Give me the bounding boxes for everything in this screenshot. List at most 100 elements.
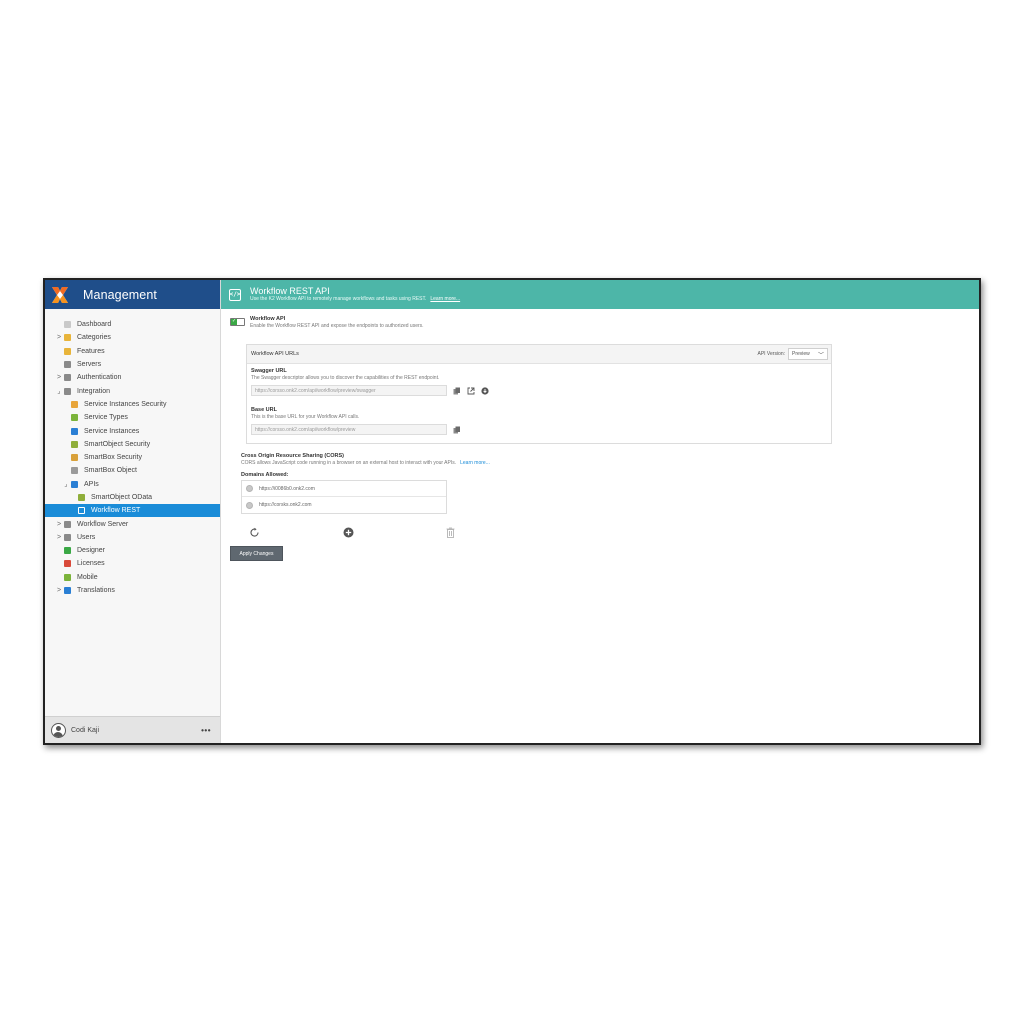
expander-icon[interactable]: >: [55, 374, 63, 381]
swagger-url-field: Swagger URL The Swagger descriptor allow…: [251, 368, 489, 396]
user-menu-button[interactable]: •••: [201, 726, 211, 735]
domains-toolbar: [241, 525, 455, 539]
home-icon: [63, 320, 72, 329]
sidebar-item-authentication[interactable]: > Authentication: [45, 371, 220, 384]
service-types-icon: [70, 413, 79, 422]
workflow-server-icon: [63, 520, 72, 529]
rest-icon: [77, 506, 86, 515]
cors-section: Cross Origin Resource Sharing (CORS) COR…: [241, 453, 490, 514]
api-urls-title: Workflow API URLs: [251, 351, 299, 357]
expander-icon[interactable]: >: [55, 521, 63, 528]
sidebar-item-servers[interactable]: Servers: [45, 358, 220, 371]
expander-icon[interactable]: ⌟: [62, 480, 70, 488]
users-icon: [63, 533, 72, 542]
smartbox-object-icon: [70, 466, 79, 475]
cors-learn-more-link[interactable]: Learn more...: [460, 460, 490, 466]
sidebar-item-dashboard[interactable]: Dashboard: [45, 318, 220, 331]
sidebar-item-categories[interactable]: > Categories: [45, 331, 220, 344]
add-domain-icon[interactable]: [343, 525, 354, 543]
radio-icon[interactable]: [246, 501, 253, 509]
check-icon: ✓: [232, 318, 237, 324]
expander-icon[interactable]: >: [55, 587, 63, 594]
chevron-down-icon: ﹀: [817, 352, 824, 359]
sidebar-item-label: Service Instances Security: [84, 400, 167, 408]
sidebar-item-label: Mobile: [77, 573, 98, 581]
api-version-select[interactable]: Preview ﹀: [788, 348, 828, 360]
sidebar-item-label: Categories: [77, 334, 111, 342]
domains-label: Domains Allowed:: [241, 472, 289, 478]
expander-icon[interactable]: ⌟: [55, 387, 63, 395]
expander-icon[interactable]: >: [55, 334, 63, 341]
sidebar-item-label: Service Types: [84, 414, 128, 422]
workflow-api-toggle[interactable]: ✓: [230, 318, 245, 326]
domains-list: https://i0086b0.onk2.com https://corsks.o…: [241, 480, 447, 514]
sidebar-item-smartbox-security[interactable]: SmartBox Security: [45, 451, 220, 464]
k2-logo-icon: [50, 285, 70, 305]
smartbox-security-icon: [70, 453, 79, 462]
swagger-url-label: Swagger URL: [251, 368, 287, 374]
api-urls-panel-header: Workflow API URLs API Version: Preview ﹀: [247, 345, 831, 364]
user-bar[interactable]: Codi Kaji •••: [45, 716, 220, 743]
sidebar-item-label: Integration: [77, 387, 111, 395]
globe-icon: [63, 586, 72, 595]
sidebar-item-apis[interactable]: ⌟ APIs: [45, 478, 220, 491]
domain-row[interactable]: https://corsks.onk2.com: [242, 497, 446, 513]
copy-icon[interactable]: [453, 426, 461, 434]
copy-icon[interactable]: [453, 387, 461, 395]
base-url-input[interactable]: https://corsso.onk2.com/api/workflow/pre…: [251, 424, 447, 435]
avatar: [51, 722, 66, 738]
refresh-icon[interactable]: [249, 525, 260, 543]
sidebar-item-licenses[interactable]: Licenses: [45, 557, 220, 570]
sidebar-item-label: Authentication: [77, 374, 122, 382]
base-url-desc: This is the base URL for your Workflow A…: [251, 414, 360, 420]
header-learn-more-link[interactable]: Learn more...: [430, 296, 460, 302]
sidebar-item-mobile[interactable]: Mobile: [45, 571, 220, 584]
sidebar-item-smartobject-security[interactable]: SmartObject Security: [45, 438, 220, 451]
sidebar-item-designer[interactable]: Designer: [45, 544, 220, 557]
puzzle-icon: [63, 387, 72, 396]
download-icon[interactable]: [481, 386, 489, 395]
odata-icon: [77, 493, 86, 502]
workflow-api-row: ✓ Workflow API Enable the Workflow REST …: [230, 316, 979, 330]
sidebar-item-workflow-rest[interactable]: Workflow REST: [45, 504, 220, 518]
sidebar-item-label: SmartBox Object: [84, 467, 137, 475]
sidebar-item-label: Translations: [77, 587, 115, 595]
features-icon: [63, 347, 72, 356]
sidebar-item-service-types[interactable]: Service Types: [45, 411, 220, 424]
workflow-api-title: Workflow API: [250, 316, 286, 322]
apply-changes-button[interactable]: Apply Changes: [230, 546, 283, 561]
sidebar-item-service-instances-security[interactable]: Service Instances Security: [45, 398, 220, 411]
sidebar-item-workflow-server[interactable]: > Workflow Server: [45, 517, 220, 530]
expander-icon[interactable]: >: [55, 534, 63, 541]
sidebar-item-label: SmartObject OData: [91, 494, 153, 501]
settings-content: ✓ Workflow API Enable the Workflow REST …: [230, 316, 979, 330]
sidebar-item-service-instances[interactable]: Service Instances: [45, 424, 220, 437]
main-content: </> Workflow REST API Use the K2 Workflo…: [221, 280, 979, 743]
domain-row[interactable]: https://i0086b0.onk2.com: [242, 481, 446, 497]
page-subtitle-text: Use the K2 Workflow API to remotely mana…: [250, 296, 427, 302]
sidebar-item-translations[interactable]: > Translations: [45, 584, 220, 597]
sidebar-item-label: APIs: [84, 480, 99, 488]
sidebar-item-label: Service Instances: [84, 427, 140, 435]
sidebar-item-label: Designer: [77, 547, 106, 555]
sidebar-item-smartobject-odata[interactable]: SmartObject OData: [45, 491, 220, 504]
radio-icon[interactable]: [246, 485, 253, 492]
mobile-icon: [63, 573, 72, 582]
brand-bar: Management: [45, 280, 220, 309]
sidebar-item-label: Workflow Server: [77, 520, 129, 528]
sidebar-item-features[interactable]: Features: [45, 345, 220, 358]
open-external-icon[interactable]: [467, 387, 475, 395]
page-title: Workflow REST API: [250, 286, 330, 296]
sidebar-item-users[interactable]: > Users: [45, 531, 220, 544]
sidebar-item-label: SmartBox Security: [84, 454, 142, 462]
sidebar-item-smartbox-object[interactable]: SmartBox Object: [45, 464, 220, 477]
swagger-url-input[interactable]: https://corsso.onk2.com/api/workflow/pre…: [251, 385, 447, 396]
domain-text: https://corsks.onk2.com: [259, 502, 312, 508]
code-icon: </>: [229, 288, 241, 301]
cors-desc-text: CORS allows JavaScript code running in a…: [241, 460, 457, 466]
cors-desc: CORS allows JavaScript code running in a…: [241, 460, 490, 467]
sidebar-item-integration[interactable]: ⌟ Integration: [45, 384, 220, 397]
trash-icon[interactable]: [446, 525, 455, 543]
management-window: Management Dashboard > Categories Features S…: [43, 278, 981, 745]
sidebar-item-label: Users: [77, 533, 96, 541]
